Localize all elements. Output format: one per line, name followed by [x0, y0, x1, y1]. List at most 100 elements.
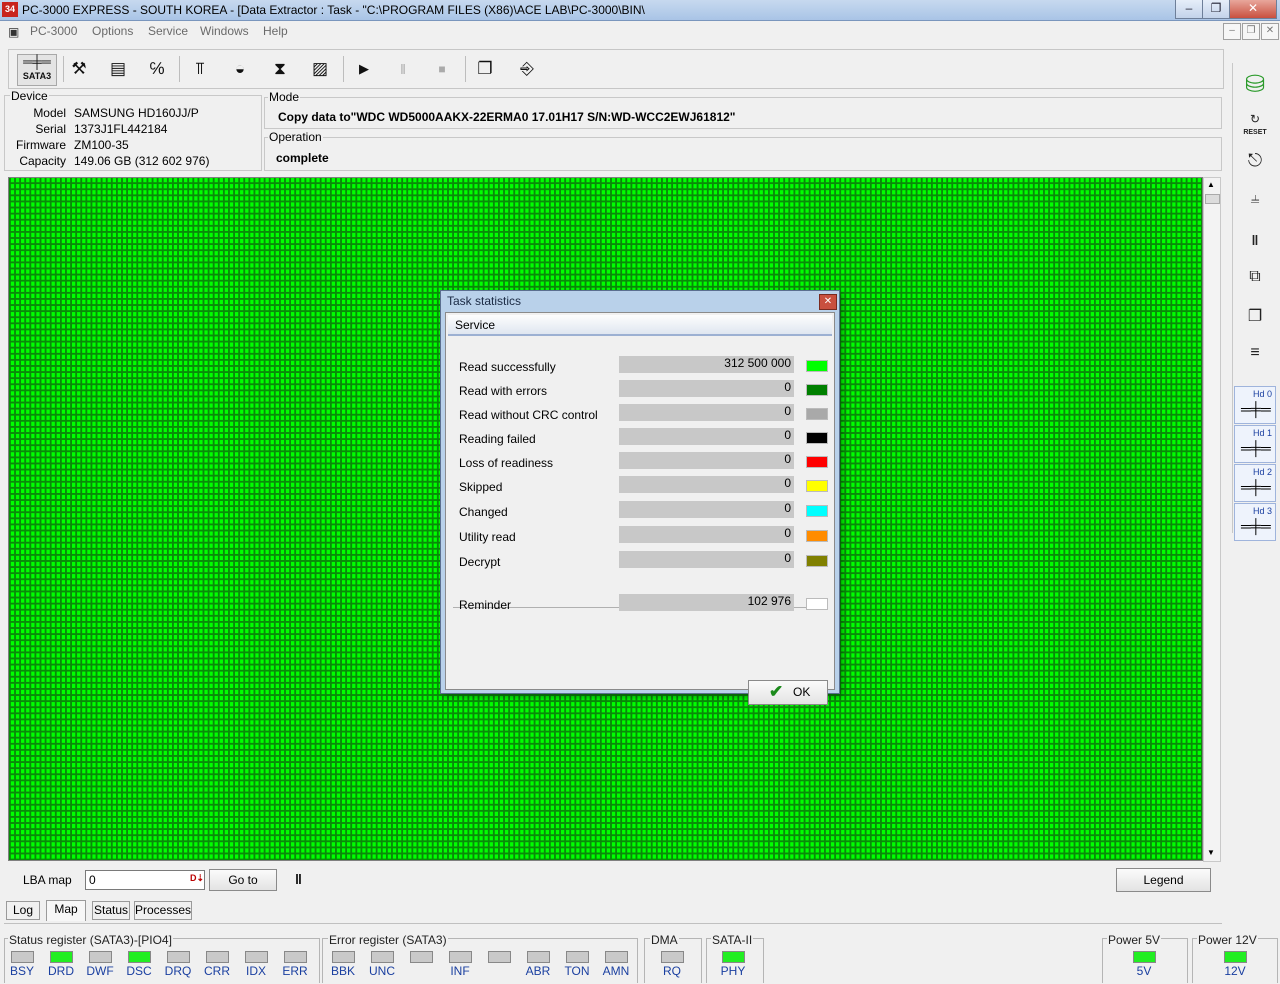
tree-icon[interactable]: ⫪: [185, 54, 215, 84]
led-label-crr: CRR: [204, 964, 230, 978]
status-register-title: Status register (SATA3)-[PIO4]: [8, 933, 173, 947]
hd3-label: Hd 3: [1253, 506, 1273, 516]
hd0-button[interactable]: Hd 0 ═╪═: [1234, 386, 1276, 424]
model-value: SAMSUNG HD160JJ/P: [74, 106, 199, 120]
play-icon[interactable]: ▶: [349, 54, 379, 84]
stop-icon[interactable]: ■: [427, 54, 457, 84]
error-register-title: Error register (SATA3): [328, 933, 448, 947]
lba-input[interactable]: 0 D⇣: [85, 870, 205, 890]
menu-help[interactable]: Help: [263, 24, 288, 38]
sata-port-button[interactable]: ═╪═ SATA3: [17, 54, 57, 86]
menu-service[interactable]: Service: [148, 24, 188, 38]
scroll-up-icon[interactable]: ▲: [1207, 180, 1215, 189]
led-err: [284, 951, 307, 963]
mdi-restore-button[interactable]: ❐: [1242, 23, 1260, 40]
dialog-body: Service Read successfully 312 500 000 Re…: [445, 312, 835, 705]
hd2-label: Hd 2: [1253, 467, 1273, 477]
mdi-close-button[interactable]: ✕: [1261, 23, 1279, 40]
stat-label-changed: Changed: [459, 505, 508, 519]
menu-bar: ▣ PC-3000 Options Service Windows Help –…: [0, 21, 1280, 43]
map-pause-icon[interactable]: ‖: [295, 871, 302, 887]
led-phy: [722, 951, 745, 963]
led-label-abr: ABR: [525, 964, 551, 978]
tab-map[interactable]: Map: [46, 900, 86, 921]
scroll-down-icon[interactable]: ▼: [1207, 848, 1215, 857]
lba-input-value: 0: [89, 873, 96, 887]
hd2-button[interactable]: Hd 2 ═╪═: [1234, 464, 1276, 502]
binoculars-icon[interactable]: ◒: [225, 54, 255, 84]
ok-button[interactable]: ✔ OK: [748, 680, 828, 705]
tab-processes[interactable]: Processes: [134, 901, 192, 920]
sata-plug-icon: ═╪═: [23, 54, 51, 69]
chip-icon[interactable]: ▤: [103, 54, 133, 84]
swatch-changed: [806, 505, 828, 517]
tools-icon[interactable]: ⚒: [64, 54, 94, 84]
led-drq: [167, 951, 190, 963]
stat-label-loss-of-readiness: Loss of readiness: [459, 456, 554, 470]
hd1-button[interactable]: Hd 1 ═╪═: [1234, 425, 1276, 463]
reset-label: RESET: [1243, 129, 1267, 136]
stat-value-read-with-errors: 0: [619, 380, 794, 397]
maximize-button[interactable]: ❐: [1202, 0, 1230, 19]
stat-label-read-with-errors: Read with errors: [459, 384, 548, 398]
goto-button[interactable]: Go to: [209, 869, 277, 891]
dialog-title: Task statistics: [447, 294, 522, 308]
mdi-child-icon[interactable]: ▣: [8, 25, 19, 39]
pause-side-icon[interactable]: ‖: [1238, 232, 1272, 266]
scroll-thumb[interactable]: [1205, 194, 1220, 204]
stat-label-reminder: Reminder: [459, 598, 512, 612]
toolbar: ═╪═ SATA3 ⚒ ▤ ℅ ⫪ ◒ ⧗ ▨ ▶ ‖ ■ ❐ ⎆: [8, 49, 1224, 89]
led-idx: [245, 951, 268, 963]
mode-value: Copy data to"WDC WD5000AAKX-22ERMA0 17.0…: [278, 110, 736, 124]
map-scrollbar[interactable]: ▲ ▼: [1203, 177, 1221, 862]
minimize-button[interactable]: –: [1175, 0, 1203, 19]
stat-label-decrypt: Decrypt: [459, 555, 501, 569]
led-label-bbk: BBK: [330, 964, 355, 978]
sata2-title: SATA-II: [711, 933, 754, 947]
disk-icon[interactable]: ▨: [305, 54, 335, 84]
copy-close-icon[interactable]: ❐: [1238, 306, 1272, 340]
led-rq: [661, 951, 684, 963]
menu-pc3000[interactable]: PC-3000: [30, 24, 77, 38]
menu-windows[interactable]: Windows: [200, 24, 249, 38]
swatch-read-without-crc: [806, 408, 828, 420]
mdi-minimize-button[interactable]: –: [1223, 23, 1241, 40]
led-label-dsc: DSC: [126, 964, 152, 978]
led-12v: [1224, 951, 1247, 963]
capacity-value: 149.06 GB (312 602 976): [74, 154, 210, 168]
tab-status[interactable]: Status: [92, 901, 130, 920]
stat-label-utility-read: Utility read: [459, 530, 516, 544]
hardware-icon[interactable]: ⧉: [1238, 268, 1272, 302]
led-label-amn: AMN: [602, 964, 630, 978]
led-dwf: [89, 951, 112, 963]
stat-value-read-successfully: 312 500 000: [619, 356, 794, 373]
dialog-section-header: Service: [448, 315, 832, 336]
percent-icon[interactable]: ℅: [142, 54, 172, 84]
exit-icon[interactable]: ⎆: [512, 54, 542, 84]
operation-value: complete: [276, 151, 329, 165]
legend-button[interactable]: Legend: [1116, 868, 1211, 892]
led-label-5v: 5V: [1136, 964, 1152, 978]
dec-hex-icon[interactable]: D⇣: [190, 873, 204, 884]
tab-log[interactable]: Log: [6, 901, 40, 920]
divider: [4, 923, 1222, 924]
stat-label-skipped: Skipped: [459, 480, 503, 494]
swatch-utility-read: [806, 530, 828, 542]
close-button[interactable]: ✕: [1229, 0, 1277, 19]
windows-icon[interactable]: ❐: [470, 54, 500, 84]
led-abr: [527, 951, 550, 963]
dialog-close-button[interactable]: ✕: [819, 294, 837, 310]
power-off-icon[interactable]: ⎋: [1238, 150, 1272, 184]
power-drive-icon[interactable]: ⛁: [1238, 70, 1272, 104]
toolbar-separator: [465, 56, 466, 82]
copy-disk-icon[interactable]: ⧗: [265, 54, 295, 84]
reset-button[interactable]: ↻ RESET: [1238, 112, 1272, 146]
menu-options[interactable]: Options: [92, 24, 133, 38]
led-bbk: [332, 951, 355, 963]
swatch-skipped: [806, 480, 828, 492]
operation-panel: [264, 137, 1222, 171]
connector-icon[interactable]: ≡: [1238, 344, 1272, 378]
port-config-icon[interactable]: ⫨: [1238, 190, 1272, 224]
pause-icon[interactable]: ‖: [388, 54, 418, 84]
hd3-button[interactable]: Hd 3 ═╪═: [1234, 503, 1276, 541]
